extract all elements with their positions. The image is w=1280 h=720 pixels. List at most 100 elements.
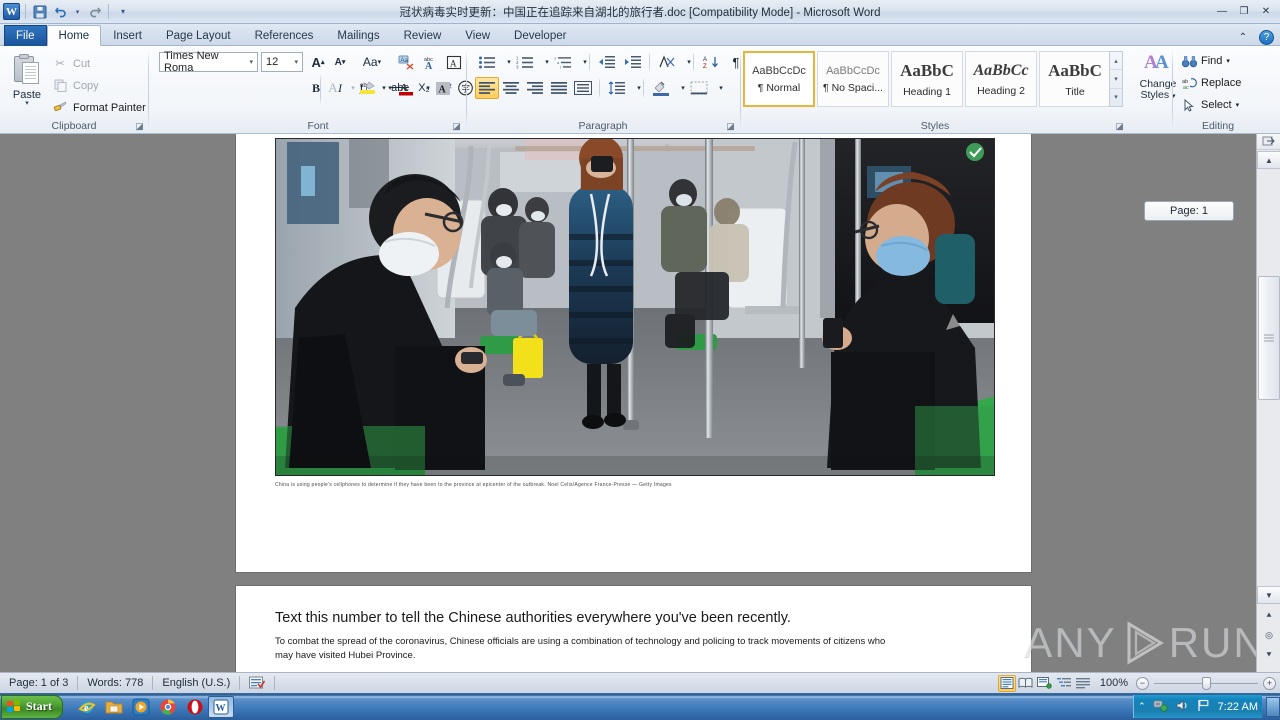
network-icon[interactable] [1153,699,1168,715]
tab-mailings[interactable]: Mailings [325,25,391,46]
shading-icon[interactable] [649,77,673,99]
find-dropdown-icon[interactable]: ▾ [1226,57,1230,65]
outline-view-button[interactable] [1055,675,1073,692]
increase-indent-icon[interactable] [621,51,645,73]
paste-dropdown-icon[interactable]: ▾ [25,100,29,107]
print-layout-view-button[interactable] [997,674,1016,692]
align-center-icon[interactable] [499,77,523,99]
styles-scroll-up-icon[interactable]: ▴ [1110,52,1122,71]
internet-explorer-icon[interactable]: e [77,697,96,716]
font-name-input[interactable]: Times New Roma ▾ [159,50,258,74]
save-icon[interactable] [31,3,49,21]
action-center-flag-icon[interactable] [1197,699,1211,715]
multilevel-list-icon[interactable]: 1 a i [551,51,575,73]
clipboard-dialog-launcher[interactable]: ◪ [134,121,145,132]
decrease-indent-icon[interactable] [595,51,619,73]
help-icon[interactable]: ? [1259,29,1274,45]
replace-button[interactable]: ab ac Replace [1181,73,1242,93]
document-page-2[interactable]: Text this number to tell the Chinese aut… [236,586,1031,672]
scrollbar-thumb[interactable] [1258,276,1280,400]
justify-icon[interactable] [547,77,571,99]
minimize-button[interactable]: — [1212,4,1232,20]
cut-button[interactable]: ✂ Cut [50,54,90,73]
select-dropdown-icon[interactable]: ▾ [1236,101,1240,109]
select-button[interactable]: Select ▾ [1181,95,1239,115]
tab-view[interactable]: View [453,25,502,46]
zoom-track[interactable] [1154,676,1258,690]
status-language[interactable]: English (U.S.) [153,674,239,693]
bullets-icon[interactable] [475,51,499,73]
asian-layout-dropdown-icon[interactable]: ▾ [678,51,700,73]
tab-references[interactable]: References [243,25,326,46]
collapse-ribbon-icon[interactable]: ⌃ [1233,29,1253,45]
tab-developer[interactable]: Developer [502,25,578,46]
opera-icon[interactable] [185,697,204,716]
styles-scroll-down-icon[interactable]: ▾ [1110,70,1122,89]
redo-icon[interactable] [85,3,103,21]
asian-layout-icon[interactable] [655,51,679,73]
paste-button[interactable]: Paste ▾ [6,52,48,114]
start-button[interactable]: Start [1,694,63,719]
chrome-icon[interactable] [158,697,177,716]
format-painter-button[interactable]: Format Painter [50,98,146,117]
tab-insert[interactable]: Insert [101,25,154,46]
spelling-grammar-icon[interactable] [240,674,274,693]
status-page[interactable]: Page: 1 of 3 [0,674,77,693]
word-taskbar-button[interactable]: W [208,695,234,718]
split-window-handle[interactable] [1257,134,1280,150]
font-dialog-launcher[interactable]: ◪ [451,121,462,132]
scroll-down-button[interactable]: ▼ [1257,586,1280,604]
zoom-out-button[interactable]: − [1136,676,1149,690]
style-title[interactable]: AaBbC Title [1039,51,1111,107]
previous-page-button[interactable]: ⯅ [1257,606,1280,624]
volume-icon[interactable] [1175,699,1190,715]
tab-page-layout[interactable]: Page Layout [154,25,243,46]
copy-button[interactable]: Copy [50,76,99,95]
styles-dialog-launcher[interactable]: ◪ [1114,121,1125,132]
status-word-count[interactable]: Words: 778 [78,674,152,693]
character-shading-icon[interactable]: A [432,77,454,99]
document-image[interactable] [275,138,995,476]
style-normal[interactable]: AaBbCcDc ¶ Normal [743,51,815,107]
vertical-scrollbar[interactable]: ▲ ▼ ⯅ ◎ ⯆ [1256,134,1280,672]
scroll-up-button[interactable]: ▲ [1257,151,1280,169]
document-canvas[interactable]: China is using people's cellphones to de… [0,134,1256,672]
draft-view-button[interactable] [1074,675,1092,692]
line-spacing-icon[interactable] [605,77,629,99]
line-spacing-dropdown-icon[interactable]: ▾ [628,77,650,99]
find-button[interactable]: Find ▾ [1181,51,1230,71]
style-heading-1[interactable]: AaBbC Heading 1 [891,51,963,107]
style-heading-2[interactable]: AaBbCc Heading 2 [965,51,1037,107]
paragraph-dialog-launcher[interactable]: ◪ [725,121,736,132]
borders-dropdown-icon[interactable]: ▾ [710,77,732,99]
zoom-slider[interactable]: − + [1136,676,1276,690]
zoom-slider-thumb[interactable] [1202,676,1211,690]
select-browse-object-button[interactable]: ◎ [1257,626,1280,644]
file-explorer-icon[interactable] [104,697,123,716]
font-color-icon[interactable]: A [394,77,418,99]
styles-gallery-scroll[interactable]: ▴ ▾ ▾ [1109,51,1123,107]
zoom-in-button[interactable]: + [1263,676,1276,690]
font-size-dropdown-icon[interactable]: ▾ [292,58,300,66]
font-name-dropdown-icon[interactable]: ▾ [247,58,255,66]
web-layout-view-button[interactable] [1036,675,1054,692]
full-screen-reading-view-button[interactable] [1017,675,1035,692]
text-effects-icon[interactable]: A [322,77,344,99]
align-right-icon[interactable] [523,77,547,99]
distributed-icon[interactable] [571,77,595,99]
clock[interactable]: 7:22 AM [1218,701,1258,713]
document-page-1[interactable]: China is using people's cellphones to de… [236,134,1031,572]
numbering-icon[interactable]: 1 2 3 [513,51,537,73]
customize-qat-icon[interactable]: ▾ [114,3,132,21]
sort-icon[interactable]: A Z [699,51,723,73]
word-logo-icon[interactable]: W [3,3,20,20]
close-button[interactable]: ✕ [1256,4,1276,20]
zoom-level-label[interactable]: 100% [1093,677,1135,689]
tab-file[interactable]: File [4,25,47,46]
next-page-button[interactable]: ⯆ [1257,646,1280,664]
show-desktop-button[interactable] [1266,696,1280,717]
multilevel-dropdown-icon[interactable]: ▾ [574,51,596,73]
borders-icon[interactable] [687,77,711,99]
align-left-icon[interactable] [475,77,499,99]
font-size-input[interactable]: 12 ▾ [261,52,303,72]
